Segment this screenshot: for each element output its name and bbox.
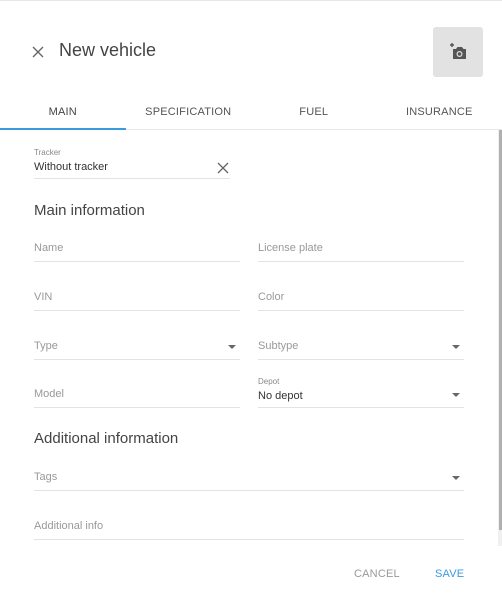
license-plate-input[interactable]: License plate bbox=[258, 234, 464, 262]
dropdown-arrow-icon bbox=[452, 476, 460, 480]
main-information-heading: Main information bbox=[34, 202, 145, 219]
tracker-select[interactable]: Tracker Without tracker bbox=[34, 148, 230, 179]
clear-icon[interactable] bbox=[216, 161, 230, 175]
additional-information-heading: Additional information bbox=[34, 430, 179, 447]
tags-select[interactable]: Tags bbox=[34, 463, 464, 491]
close-button[interactable] bbox=[28, 42, 48, 62]
color-input[interactable]: Color bbox=[258, 283, 464, 311]
add-photo-button[interactable] bbox=[433, 27, 483, 77]
depot-label: Depot bbox=[258, 377, 280, 386]
scrollbar[interactable] bbox=[498, 130, 502, 546]
subtype-placeholder: Subtype bbox=[258, 340, 299, 352]
cancel-button[interactable]: CANCEL bbox=[354, 568, 400, 580]
model-input[interactable]: Model bbox=[34, 380, 240, 408]
dialog-title: New vehicle bbox=[59, 40, 157, 60]
type-select[interactable]: Type bbox=[34, 332, 240, 360]
vin-placeholder: VIN bbox=[34, 291, 53, 303]
save-button[interactable]: SAVE bbox=[435, 568, 464, 580]
dialog-header: New vehicle bbox=[0, 0, 502, 100]
additional-info-input[interactable]: Additional info bbox=[34, 512, 464, 540]
license-plate-placeholder: License plate bbox=[258, 242, 323, 254]
tab-bar: MAIN SPECIFICATION FUEL INSURANCE bbox=[0, 100, 502, 130]
name-input[interactable]: Name bbox=[34, 234, 240, 262]
tracker-label: Tracker bbox=[34, 148, 61, 157]
model-placeholder: Model bbox=[34, 388, 64, 400]
close-icon bbox=[32, 46, 44, 58]
dropdown-arrow-icon bbox=[228, 345, 236, 349]
dropdown-arrow-icon bbox=[452, 393, 460, 397]
tags-placeholder: Tags bbox=[34, 471, 58, 483]
tab-main[interactable]: MAIN bbox=[0, 100, 126, 130]
tab-specification[interactable]: SPECIFICATION bbox=[126, 100, 252, 129]
subtype-select[interactable]: Subtype bbox=[258, 332, 464, 360]
additional-info-placeholder: Additional info bbox=[34, 520, 104, 532]
type-placeholder: Type bbox=[34, 340, 58, 352]
add-photo-camera-icon bbox=[450, 43, 466, 59]
tab-fuel[interactable]: FUEL bbox=[251, 100, 377, 129]
tab-insurance[interactable]: INSURANCE bbox=[377, 100, 502, 129]
color-placeholder: Color bbox=[258, 291, 285, 303]
vin-input[interactable]: VIN bbox=[34, 283, 240, 311]
form-content: Tracker Without tracker Main information… bbox=[0, 131, 498, 600]
tracker-value: Without tracker bbox=[34, 161, 108, 173]
name-placeholder: Name bbox=[34, 242, 64, 254]
dropdown-arrow-icon bbox=[452, 345, 460, 349]
depot-select[interactable]: Depot No depot bbox=[258, 377, 464, 408]
depot-value: No depot bbox=[258, 390, 303, 402]
